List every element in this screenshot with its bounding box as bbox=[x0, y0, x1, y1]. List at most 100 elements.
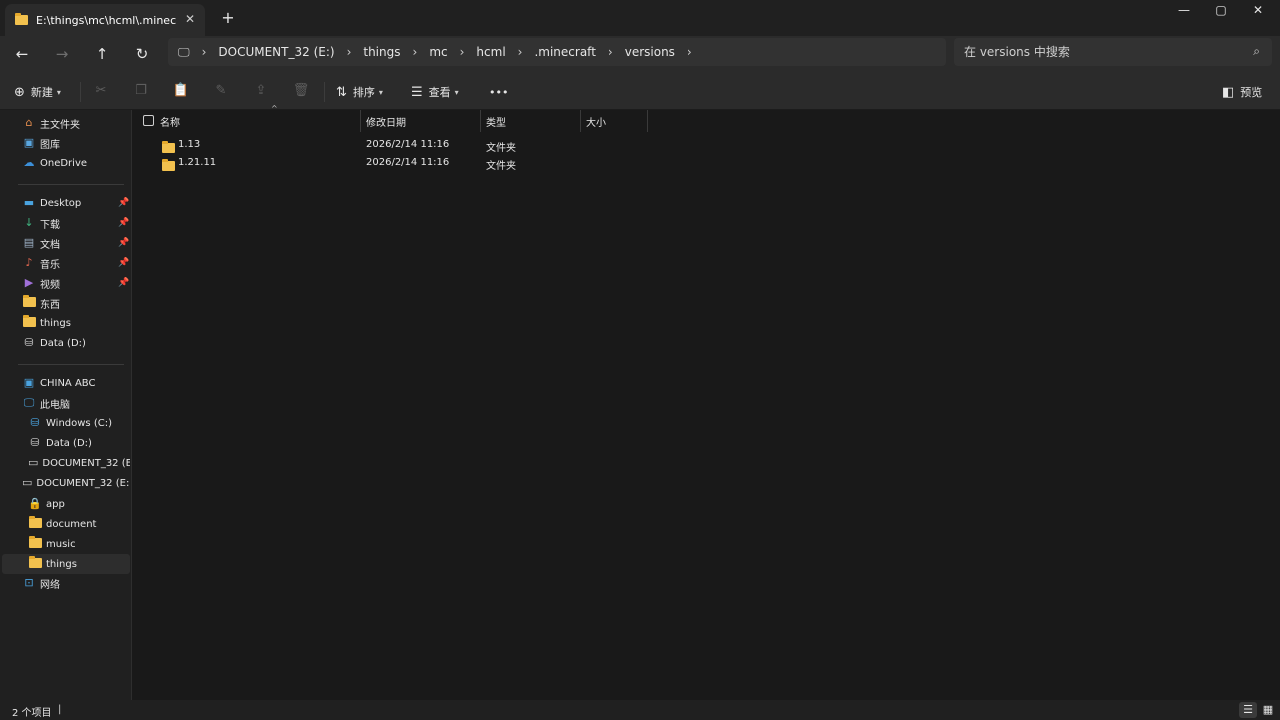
sidebar-item-label: things bbox=[40, 317, 71, 329]
chevron-right-icon[interactable]: › bbox=[608, 45, 613, 59]
file-modified: 2026/2/14 11:16 bbox=[366, 157, 450, 168]
navigation-pane: ⌂ 主文件夹 ▣ 图库 ☁ OneDrive ▬ Desktop 📌 ↓ 下载 … bbox=[0, 110, 132, 700]
document-icon: ▤ bbox=[23, 236, 35, 249]
more-options-button[interactable]: ••• bbox=[489, 80, 508, 104]
paste-icon[interactable]: 📋 bbox=[171, 83, 191, 98]
view-button[interactable]: ☰ 查看 ▾ bbox=[411, 80, 459, 104]
gallery-icon: ▣ bbox=[23, 136, 35, 149]
breadcrumb-things[interactable]: things bbox=[363, 45, 400, 59]
sidebar-item-dongxi[interactable]: 东西 bbox=[0, 293, 130, 313]
new-button[interactable]: ⊕ 新建 ▾ bbox=[14, 80, 61, 104]
table-row[interactable]: 1.13 2026/2/14 11:16 文件夹 bbox=[133, 136, 653, 154]
pin-icon[interactable]: 📌 bbox=[118, 218, 129, 228]
column-header-modified[interactable]: 修改日期 bbox=[361, 110, 481, 132]
sidebar-item-music-folder[interactable]: music bbox=[0, 534, 130, 554]
sidebar-item-app[interactable]: 🔒 app bbox=[0, 494, 130, 514]
new-tab-button[interactable]: + bbox=[218, 8, 238, 27]
preview-button[interactable]: ◧ 预览 bbox=[1222, 80, 1262, 104]
forward-button[interactable]: → bbox=[50, 42, 74, 66]
network-drive-icon: ▣ bbox=[23, 376, 35, 389]
cut-icon[interactable]: ✂ bbox=[91, 83, 111, 98]
chevron-right-icon[interactable]: › bbox=[202, 45, 207, 59]
sidebar-item-label: 视频 bbox=[40, 279, 60, 291]
copy-icon[interactable]: ❐ bbox=[131, 83, 151, 98]
pin-icon[interactable]: 📌 bbox=[118, 258, 129, 268]
column-header-label: 类型 bbox=[486, 117, 506, 129]
sidebar-item-document-e-root[interactable]: ▭ DOCUMENT_32 (E:) bbox=[0, 473, 130, 493]
sidebar-item-network[interactable]: ⊡ 网络 bbox=[0, 573, 130, 593]
file-type: 文件夹 bbox=[486, 143, 516, 154]
toolbar-divider bbox=[324, 82, 325, 102]
sidebar-item-onedrive[interactable]: ☁ OneDrive bbox=[0, 153, 130, 173]
chevron-right-icon[interactable]: › bbox=[687, 45, 692, 59]
column-header-size[interactable]: 大小 bbox=[581, 110, 648, 132]
sidebar-item-documents[interactable]: ▤ 文档 📌 bbox=[0, 233, 130, 253]
sidebar-item-china-abc[interactable]: ▣ CHINA ABC bbox=[0, 373, 130, 393]
tab-current[interactable]: E:\things\mc\hcml\.minecraft\versions ✕ bbox=[5, 4, 205, 36]
sidebar-item-music[interactable]: ♪ 音乐 📌 bbox=[0, 253, 130, 273]
sidebar-item-desktop[interactable]: ▬ Desktop 📌 bbox=[0, 193, 130, 213]
folder-icon bbox=[15, 13, 28, 25]
chevron-right-icon[interactable]: › bbox=[518, 45, 523, 59]
navigation-bar: ← → ↑ ↻ 🖵 › DOCUMENT_32 (E:) › things › … bbox=[0, 36, 1280, 72]
sidebar-item-data-d[interactable]: ⛁ Data (D:) bbox=[0, 433, 130, 453]
sidebar-item-this-pc[interactable]: 🖵 此电脑 bbox=[0, 393, 130, 413]
maximize-button[interactable]: ▢ bbox=[1201, 0, 1241, 22]
table-row[interactable]: 1.21.11 2026/2/14 11:16 文件夹 bbox=[133, 154, 653, 172]
sidebar-item-windows-c[interactable]: ⛁ Windows (C:) bbox=[0, 413, 130, 433]
pin-icon[interactable]: 📌 bbox=[118, 238, 129, 248]
address-bar[interactable]: 🖵 › DOCUMENT_32 (E:) › things › mc › hcm… bbox=[168, 38, 946, 66]
rename-icon[interactable]: ✎ bbox=[211, 83, 231, 98]
sidebar-item-downloads[interactable]: ↓ 下载 📌 bbox=[0, 213, 130, 233]
search-box[interactable]: ⌕ bbox=[954, 38, 1272, 66]
tab-close-icon[interactable]: ✕ bbox=[185, 12, 195, 26]
tiles-view-icon[interactable]: ▦ bbox=[1259, 702, 1277, 718]
refresh-button[interactable]: ↻ bbox=[130, 42, 154, 66]
folder-icon bbox=[28, 516, 42, 528]
back-button[interactable]: ← bbox=[10, 42, 34, 66]
sidebar-item-videos[interactable]: ▶ 视频 📌 bbox=[0, 273, 130, 293]
home-icon: ⌂ bbox=[25, 116, 33, 129]
sort-button[interactable]: ⇅ 排序 ▾ bbox=[336, 80, 383, 104]
share-icon[interactable]: ⇪ bbox=[251, 83, 271, 98]
pin-icon[interactable]: 📌 bbox=[118, 278, 129, 288]
column-header-type[interactable]: 类型 bbox=[481, 110, 581, 132]
chevron-down-icon: ▾ bbox=[56, 87, 61, 97]
breadcrumb-versions[interactable]: versions bbox=[625, 45, 675, 59]
sidebar-item-things-folder[interactable]: things bbox=[2, 554, 130, 574]
up-button[interactable]: ↑ bbox=[90, 42, 114, 66]
lock-folder-icon: 🔒 bbox=[28, 497, 42, 510]
select-all-checkbox[interactable] bbox=[143, 115, 154, 126]
file-name: 1.21.11 bbox=[178, 157, 217, 168]
sidebar-item-document-e[interactable]: ▭ DOCUMENT_32 (E:) bbox=[0, 453, 130, 473]
sidebar-item-document[interactable]: document bbox=[0, 514, 130, 534]
breadcrumb-mc[interactable]: mc bbox=[429, 45, 447, 59]
sidebar-item-home[interactable]: ⌂ 主文件夹 bbox=[0, 113, 130, 133]
details-view-icon[interactable]: ☰ bbox=[1239, 702, 1257, 718]
delete-icon[interactable]: 🗑 bbox=[291, 83, 311, 98]
column-header-label: 修改日期 bbox=[366, 117, 406, 129]
sidebar-item-label: 文档 bbox=[40, 239, 60, 251]
column-header-name[interactable]: 名称 ^ bbox=[155, 104, 361, 132]
file-name: 1.13 bbox=[178, 139, 201, 150]
breadcrumb-hcml[interactable]: hcml bbox=[476, 45, 505, 59]
sidebar-item-label: 东西 bbox=[40, 299, 60, 311]
search-icon[interactable]: ⌕ bbox=[1253, 44, 1260, 59]
pin-icon[interactable]: 📌 bbox=[118, 198, 129, 208]
chevron-right-icon[interactable]: › bbox=[460, 45, 465, 59]
toolbar-divider bbox=[80, 82, 81, 102]
close-window-button[interactable]: ✕ bbox=[1238, 0, 1278, 22]
sidebar-item-data-drive[interactable]: ⛁ Data (D:) bbox=[0, 333, 130, 353]
chevron-right-icon[interactable]: › bbox=[413, 45, 418, 59]
sidebar-divider bbox=[18, 364, 124, 365]
sidebar-item-label: Desktop bbox=[40, 197, 82, 209]
breadcrumb-minecraft[interactable]: .minecraft bbox=[534, 45, 595, 59]
sidebar-item-gallery[interactable]: ▣ 图库 bbox=[0, 133, 130, 153]
minimize-button[interactable]: — bbox=[1164, 0, 1204, 22]
chevron-right-icon[interactable]: › bbox=[347, 45, 352, 59]
sidebar-item-label: 图库 bbox=[40, 139, 60, 151]
breadcrumb-drive[interactable]: DOCUMENT_32 (E:) bbox=[218, 45, 334, 59]
sidebar-item-things[interactable]: things bbox=[0, 313, 130, 333]
search-input[interactable] bbox=[964, 45, 1234, 59]
preview-button-label: 预览 bbox=[1240, 86, 1263, 99]
